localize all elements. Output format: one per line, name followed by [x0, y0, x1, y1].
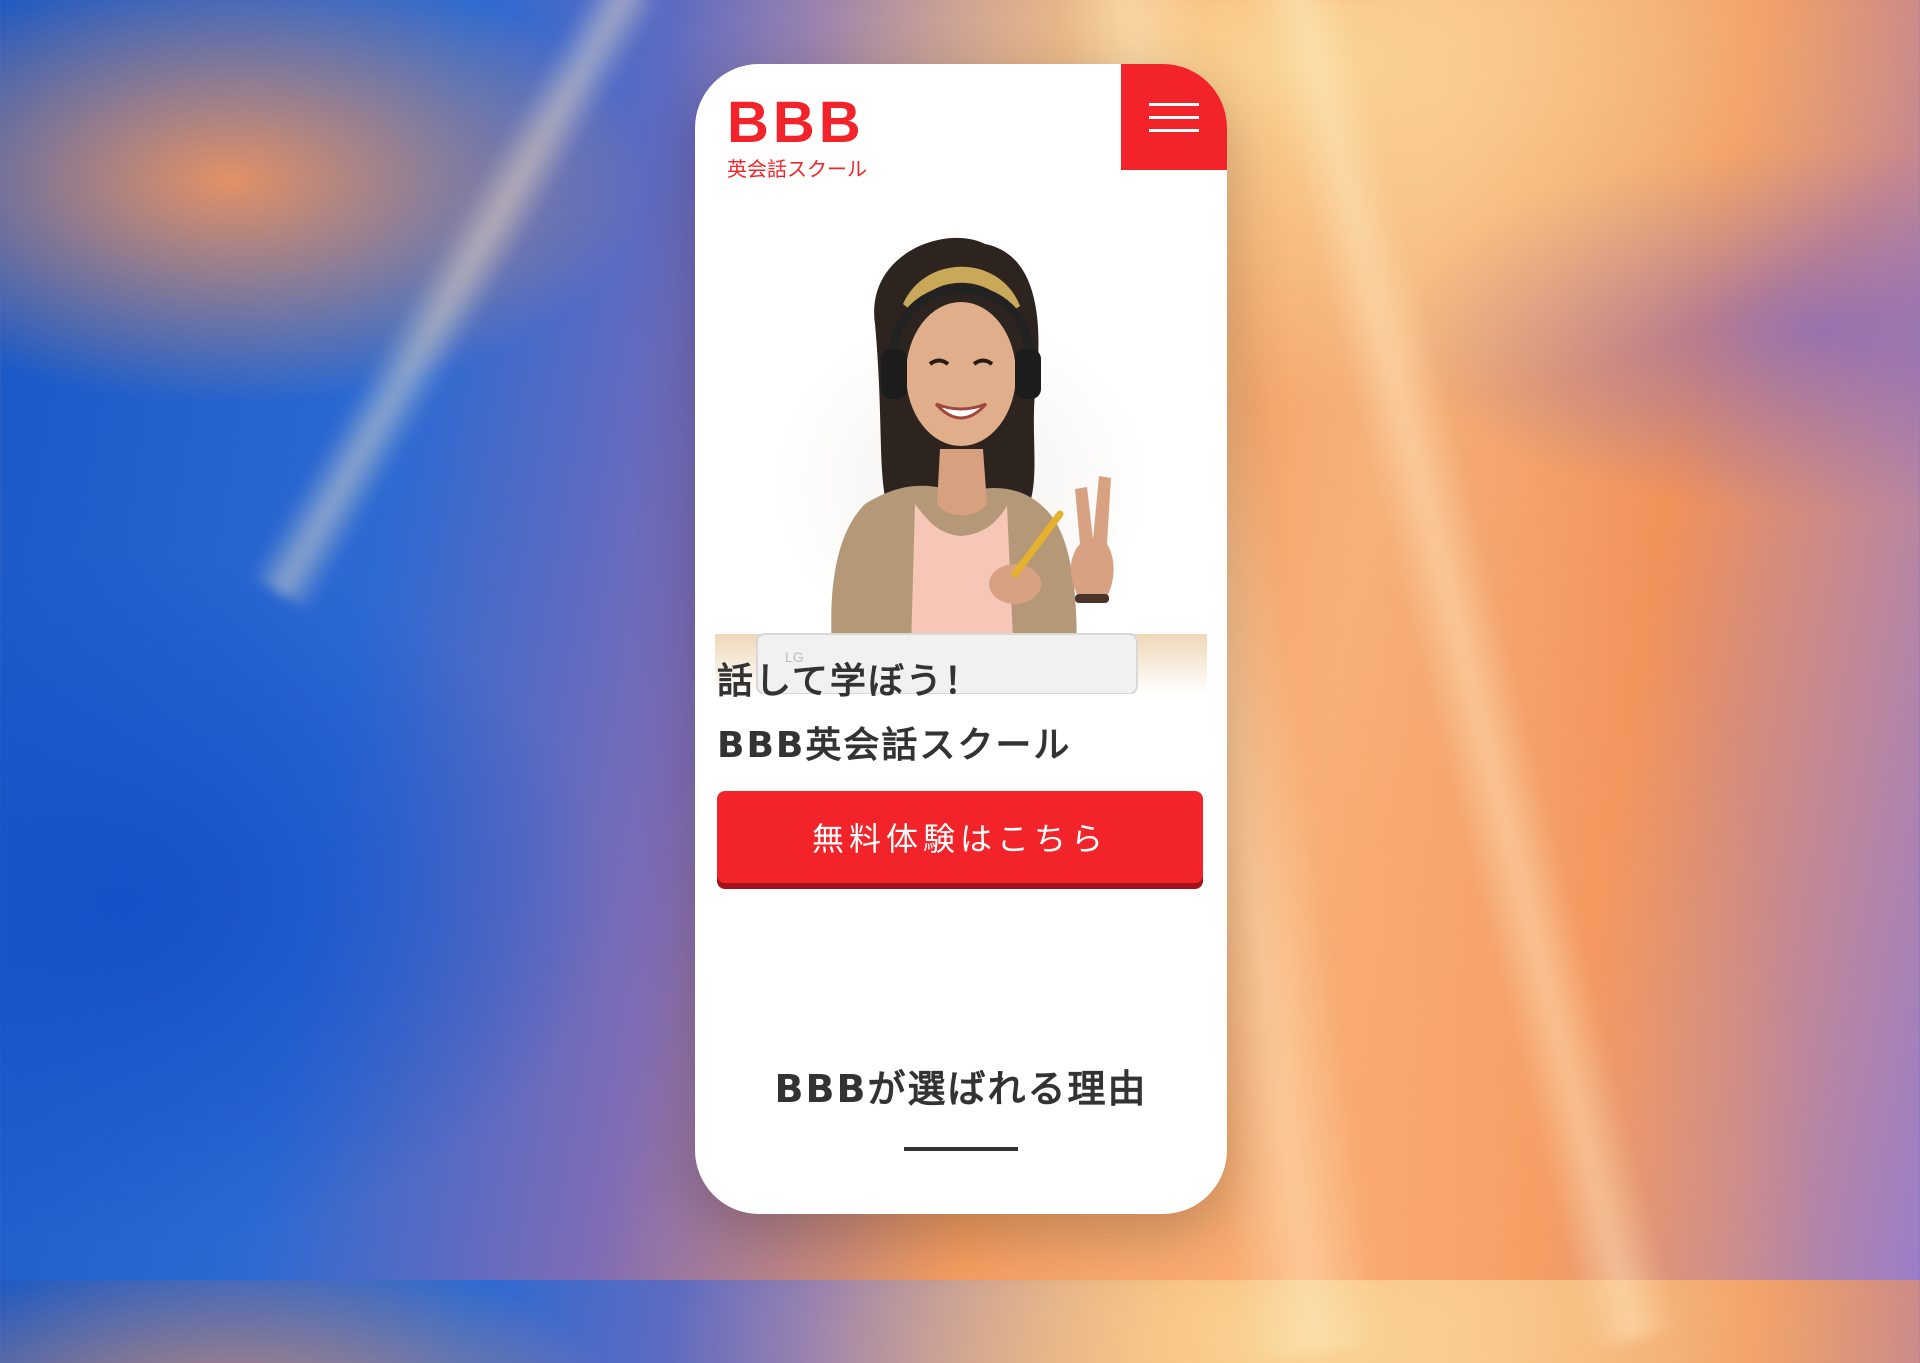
face: [906, 302, 1016, 446]
hamburger-menu-button[interactable]: [1121, 64, 1227, 170]
hamburger-menu-icon: [1149, 102, 1199, 106]
headline-line-1: 話して学ぼう！: [717, 661, 982, 702]
phone-frame: BBB 英会話スクール LG 話して学ぼう！ BBB英会話スクール 無料体験はこ…: [695, 64, 1227, 1214]
background-streak: [249, 0, 661, 611]
headphone-left: [881, 349, 907, 399]
hamburger-menu-icon-bar: [1149, 128, 1199, 132]
logo-subtitle: 英会話スクール: [727, 157, 867, 181]
headphone-right: [1015, 349, 1041, 399]
neck: [937, 449, 987, 516]
free-trial-button[interactable]: 無料体験はこちら: [717, 791, 1203, 883]
hamburger-menu-icon-bar: [1149, 115, 1199, 119]
section-title-underline: [904, 1147, 1018, 1151]
logo-wordmark: BBB: [727, 90, 865, 155]
section-title: BBBが選ばれる理由: [774, 1067, 1148, 1111]
hero-image: LG: [715, 214, 1207, 694]
peace-sign-hand: [1070, 476, 1114, 599]
site-logo[interactable]: BBB 英会話スクール: [727, 90, 887, 182]
hero-photo-illustration: LG: [715, 237, 1207, 694]
bracelet: [1075, 594, 1109, 603]
background-streak: [1251, 0, 1679, 1351]
headline-line-2: BBB英会話スクール: [717, 725, 1072, 766]
hero-headline: 話して学ぼう！ BBB英会話スクール: [717, 650, 1197, 778]
